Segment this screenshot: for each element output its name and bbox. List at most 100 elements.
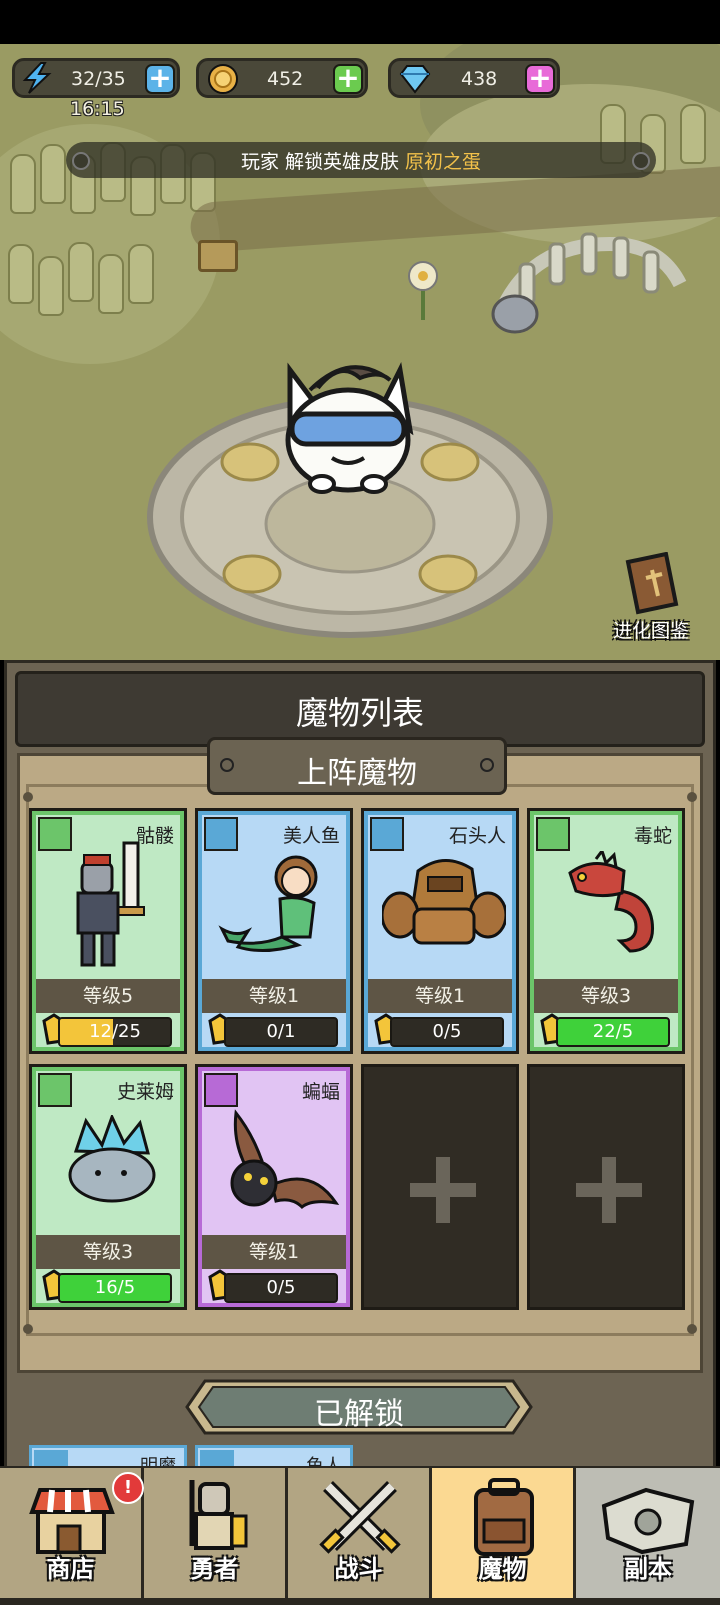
panel-title-bar: 魔物列表 [15,671,705,747]
monster-name: 史莱姆 [116,1081,174,1103]
progress-bar: 0/1 [224,1017,338,1047]
monster-card-golem[interactable]: 石头人 等级1 0/5 [361,808,519,1054]
announcement-highlight: 原初之蛋 [405,151,482,173]
gem-counter: 438 + [388,58,560,98]
announcement-text: 玩家 解锁英雄皮肤 原初之蛋 [66,147,656,174]
monster-level: 等级3 [534,979,678,1013]
viper-portrait [568,851,655,953]
add-slot-plus-icon [576,1157,642,1223]
evolution-book-button[interactable]: 进化图鉴 [606,552,696,652]
map-icon [601,1487,695,1555]
progress-bar: 0/5 [224,1273,338,1303]
rarity-badge [370,817,404,851]
skeleton-knight-portrait [76,841,145,967]
deployed-header-label: 上阵魔物 [297,756,417,791]
add-coins-button[interactable]: + [333,64,363,94]
nav-hero[interactable]: 勇者 [144,1468,288,1598]
monster-card-skeleton[interactable]: 骷髅 等级5 12/25 [29,808,187,1054]
panel-title: 魔物列表 [295,694,424,732]
progress-text: 22/5 [592,1021,634,1042]
rivet [23,792,33,802]
monster-level: 等级1 [368,979,512,1013]
tree [38,256,64,316]
lightning-icon [22,62,52,94]
rarity-badge [204,817,238,851]
monster-name: 石头人 [448,825,506,847]
monster-card-slime[interactable]: 史莱姆 等级3 16/5 [29,1064,187,1310]
add-gems-button[interactable]: + [525,64,555,94]
monster-card-bat[interactable]: 蝙蝠 等级1 0/5 [195,1064,353,1310]
monster-panel: 魔物列表 上阵魔物 骷髅 等级5 12/25 美人鱼 等级1 0/1 石头人 等… [4,660,716,1475]
energy-value: 32/35 [71,68,126,90]
empty-slot[interactable] [527,1064,685,1310]
tree [40,144,66,204]
rivet [687,792,697,802]
progress-bar: 12/25 [58,1017,172,1047]
rivet [687,1324,697,1334]
rarity-badge [536,817,570,851]
rarity-badge [204,1073,238,1107]
progress-text: 0/1 [266,1021,296,1042]
crossed-swords-icon [319,1481,401,1554]
progress-text: 12/25 [89,1021,141,1042]
tree [128,244,154,304]
monster-name: 毒蛇 [633,825,672,847]
progress-bar: 0/5 [390,1017,504,1047]
tree [10,154,36,214]
add-slot-plus-icon [410,1157,476,1223]
rivet [23,1324,33,1334]
nav-label: 战斗 [334,1555,383,1583]
monster-level: 等级1 [202,1235,346,1269]
nav-label: 副本 [624,1555,672,1583]
progress-bar: 16/5 [58,1273,172,1303]
monster-card-mermaid[interactable]: 美人鱼 等级1 0/1 [195,808,353,1054]
unlocked-header-label: 已解锁 [314,1397,404,1432]
monster-level: 等级1 [202,979,346,1013]
monster-level: 等级5 [36,979,180,1013]
skeleton-bones-decoration [491,232,687,334]
energy-timer: 16:15 [70,98,125,120]
knight-icon [189,1480,248,1550]
nav-shop[interactable]: ! 商店 [0,1468,144,1598]
progress-text: 0/5 [432,1021,462,1042]
mermaid-portrait [218,855,318,952]
nav-monster[interactable]: 魔物 [432,1468,576,1598]
gem-value: 438 [461,68,498,90]
coin-counter: 452 + [196,58,368,98]
nav-dungeon[interactable]: 副本 [576,1468,720,1598]
monster-name: 蝙蝠 [301,1081,340,1103]
empty-slot[interactable] [361,1064,519,1310]
progress-text: 16/5 [94,1277,136,1298]
tree [98,254,124,314]
bat-portrait [230,1109,340,1210]
nav-battle[interactable]: 战斗 [288,1468,432,1598]
book-icon [625,552,679,615]
player-pet-character [285,362,414,494]
monster-name: 美人鱼 [282,825,340,847]
progress-bar: 22/5 [556,1017,670,1047]
announcement-banner: 玩家 解锁英雄皮肤 原初之蛋 [66,142,656,178]
tree [680,104,706,164]
slime-portrait [68,1115,156,1203]
rarity-badge [38,817,72,851]
tree [8,244,34,304]
rarity-badge [38,1073,72,1107]
coin-icon [208,64,238,94]
coin-value: 452 [267,68,304,90]
notification-badge: ! [112,1472,144,1504]
flower-decoration [408,261,438,320]
game-scene: 32/35 + 16:15 452 + 438 + 玩家 解锁英雄皮肤 原初之蛋 [0,44,720,660]
backpack-icon [474,1478,534,1556]
stone-golem-portrait [382,859,506,945]
evolution-book-label: 进化图鉴 [612,620,689,642]
monster-level: 等级3 [36,1235,180,1269]
progress-text: 0/5 [266,1277,296,1298]
nav-label: 魔物 [478,1555,527,1583]
add-energy-button[interactable]: + [145,64,175,94]
treasure-chest [198,240,238,272]
energy-counter: 32/35 + [12,58,180,98]
diamond-icon [399,65,431,94]
monster-card-viper[interactable]: 毒蛇 等级3 22/5 [527,808,685,1054]
nav-label: 勇者 [190,1555,239,1583]
deployed-header: 上阵魔物 [207,737,507,795]
